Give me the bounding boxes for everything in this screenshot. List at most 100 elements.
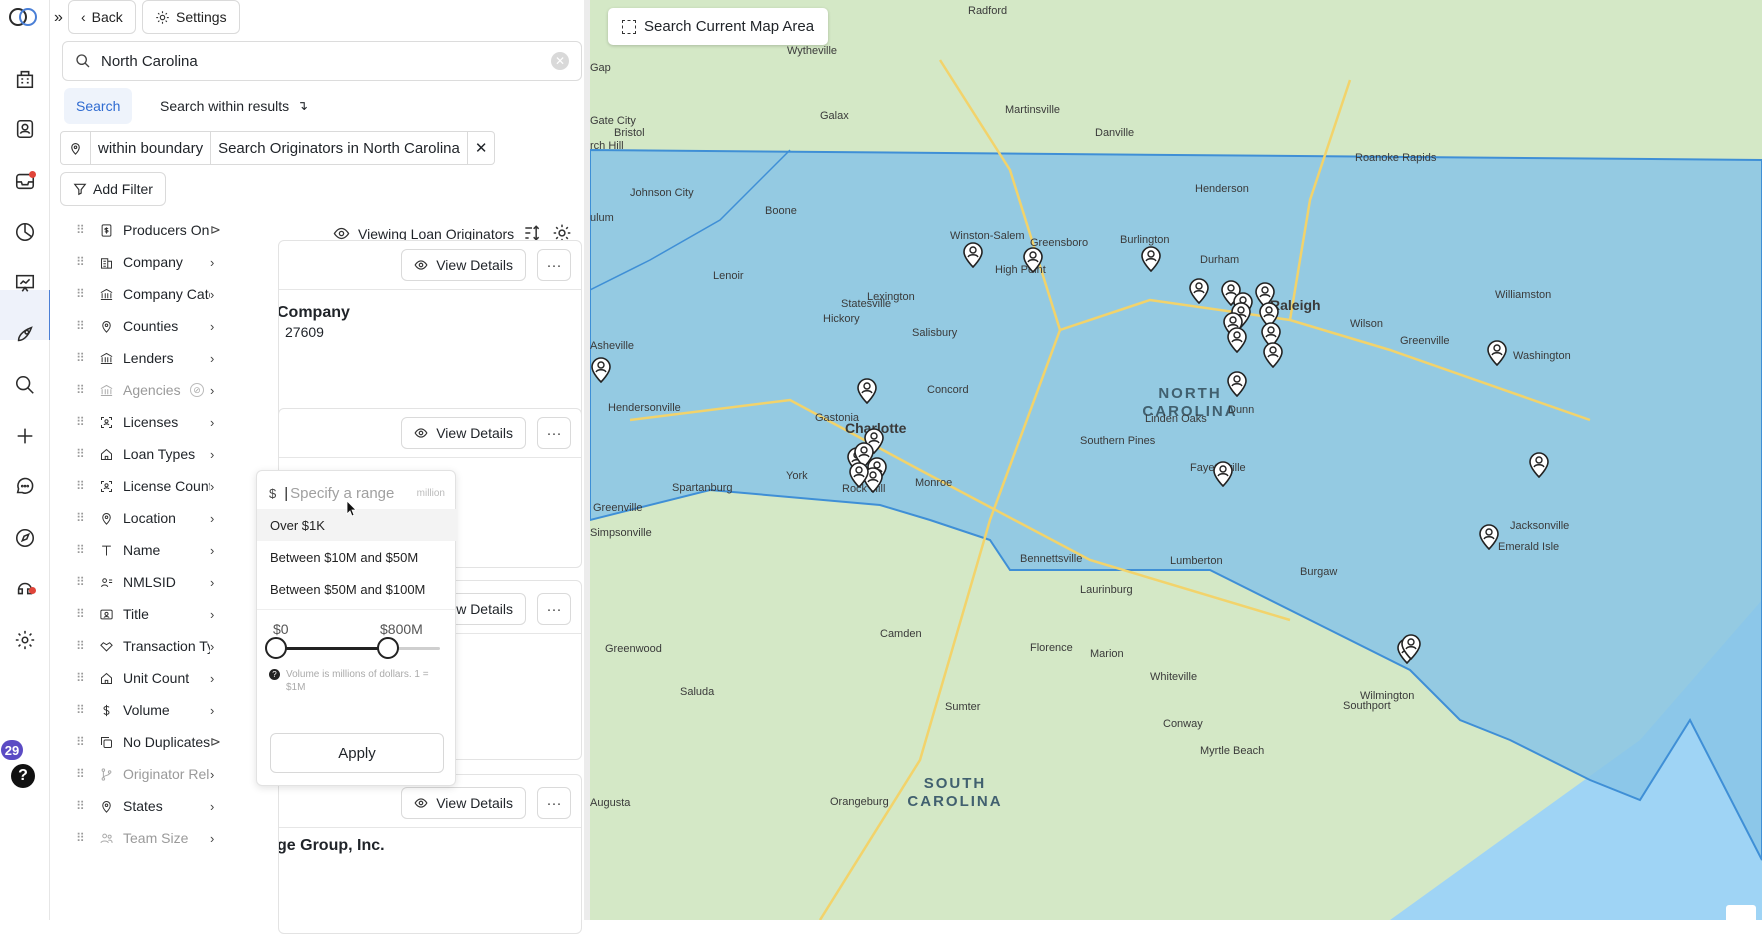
settings-gear-icon[interactable] — [12, 627, 38, 653]
chat-icon[interactable] — [12, 474, 38, 500]
map-canvas[interactable] — [590, 0, 1762, 920]
filter-item[interactable]: ⠿ Location › — [60, 502, 232, 534]
originator-map-pin-icon[interactable] — [1212, 459, 1234, 488]
drag-handle-icon[interactable]: ⠿ — [76, 351, 90, 365]
originator-map-pin-icon[interactable] — [1486, 338, 1508, 367]
originator-map-pin-icon[interactable] — [1188, 276, 1210, 305]
chevron-right-icon: › — [210, 510, 215, 526]
filter-item[interactable]: ⠿ Originator Rela...› — [60, 758, 232, 790]
view-details-button[interactable]: View Details — [401, 249, 526, 281]
originator-map-pin-icon[interactable] — [856, 376, 878, 405]
range-slider-max-handle[interactable] — [376, 637, 399, 659]
drag-handle-icon[interactable]: ⠿ — [76, 255, 90, 269]
result-card[interactable]: View Details ··· ge Group, Inc. — [278, 774, 582, 934]
boundary-label[interactable]: Search Originators in North Carolina — [211, 132, 468, 164]
filter-item[interactable]: ⠿ States › — [60, 790, 232, 822]
filter-item[interactable]: ⠿ Name › — [60, 534, 232, 566]
originator-map-pin-icon[interactable] — [1022, 245, 1044, 274]
search-icon[interactable] — [12, 372, 38, 398]
drag-handle-icon[interactable]: ⠿ — [76, 607, 90, 621]
settings-button[interactable]: Settings — [142, 0, 240, 34]
originator-map-pin-icon[interactable] — [1226, 369, 1248, 398]
clear-search-icon[interactable]: ✕ — [551, 52, 569, 70]
presentation-chart-icon[interactable] — [12, 270, 38, 296]
drag-handle-icon[interactable]: ⠿ — [76, 319, 90, 333]
filter-item[interactable]: ⠿ Company › — [60, 246, 232, 278]
range-slider-min-handle[interactable] — [265, 637, 287, 659]
remove-boundary-icon[interactable]: ✕ — [468, 132, 495, 164]
drag-handle-icon[interactable]: ⠿ — [76, 479, 90, 493]
result-card[interactable]: View Details ··· Company 27609 — [278, 240, 582, 436]
search-input[interactable]: North Carolina ✕ — [62, 41, 582, 81]
dashboard-icon[interactable] — [12, 66, 38, 92]
filter-item[interactable]: ⠿ License Count › — [60, 470, 232, 502]
drag-handle-icon[interactable]: ⠿ — [76, 511, 90, 525]
drag-handle-icon[interactable]: ⠿ — [76, 799, 90, 813]
view-details-button[interactable]: View Details — [401, 787, 526, 819]
filter-item[interactable]: ⠿ Loan Types › — [60, 438, 232, 470]
search-map-area-button[interactable]: Search Current Map Area — [608, 8, 829, 45]
help-button[interactable]: ? — [11, 764, 35, 788]
filter-item[interactable]: ⠿ Volume › — [60, 694, 232, 726]
tab-search[interactable]: Search — [64, 88, 133, 124]
notification-count-badge[interactable]: 29 — [1, 740, 23, 760]
originator-map-pin-icon[interactable] — [1262, 340, 1284, 369]
more-options-button[interactable]: ··· — [537, 593, 571, 625]
compass-icon[interactable] — [12, 525, 38, 551]
more-options-button[interactable]: ··· — [537, 417, 571, 449]
drag-handle-icon[interactable]: ⠿ — [76, 383, 90, 397]
filter-item[interactable]: ⠿ Company Cate...› — [60, 278, 232, 310]
originator-map-pin-icon[interactable] — [962, 240, 984, 269]
apply-button[interactable]: Apply — [270, 733, 444, 773]
add-icon[interactable] — [12, 423, 38, 449]
originator-map-pin-icon[interactable] — [1226, 325, 1248, 354]
zoom-control[interactable] — [1726, 905, 1756, 920]
filter-item[interactable]: ⠿ Title › — [60, 598, 232, 630]
analytics-icon[interactable] — [12, 219, 38, 245]
filter-item[interactable]: ⠿ Team Size › — [60, 822, 232, 854]
drag-handle-icon[interactable]: ⠿ — [76, 735, 90, 749]
app-logo-icon[interactable] — [7, 4, 39, 30]
filter-item[interactable]: ⠿ Licenses › — [60, 406, 232, 438]
drag-handle-icon[interactable]: ⠿ — [76, 671, 90, 685]
drag-handle-icon[interactable]: ⠿ — [76, 767, 90, 781]
map-view[interactable]: Search Current Map Area NORTH CAROLINA S… — [590, 0, 1762, 920]
tab-search-within-results[interactable]: Search within results ↴ — [148, 88, 320, 124]
filter-item[interactable]: ⠿ Counties › — [60, 310, 232, 342]
drag-handle-icon[interactable]: ⠿ — [76, 575, 90, 589]
filter-item[interactable]: ⠿ Producers Only ⊳ — [60, 214, 232, 246]
more-options-button[interactable]: ··· — [537, 787, 571, 819]
range-slider-track[interactable] — [276, 647, 440, 650]
drag-handle-icon[interactable]: ⠿ — [76, 223, 90, 237]
drag-handle-icon[interactable]: ⠿ — [76, 639, 90, 653]
rocket-icon[interactable] — [12, 321, 38, 347]
originator-map-pin-icon[interactable] — [1478, 522, 1500, 551]
originator-map-pin-icon[interactable] — [848, 460, 870, 489]
drag-handle-icon[interactable]: ⠿ — [76, 703, 90, 717]
range-option[interactable]: Between $10M and $50M — [257, 541, 457, 573]
originator-map-pin-icon[interactable] — [1140, 244, 1162, 273]
originator-map-pin-icon[interactable] — [1528, 450, 1550, 479]
filter-item[interactable]: ⠿ No Duplicates ⊳ — [60, 726, 232, 758]
drag-handle-icon[interactable]: ⠿ — [76, 447, 90, 461]
expand-sidebar-button[interactable]: » — [50, 1, 67, 35]
drag-handle-icon[interactable]: ⠿ — [76, 543, 90, 557]
filter-item[interactable]: ⠿ Agencies ⊘ › — [60, 374, 232, 406]
originator-map-pin-icon[interactable] — [1400, 632, 1422, 661]
range-min-label: $0 — [273, 621, 289, 637]
add-filter-button[interactable]: Add Filter — [60, 172, 166, 206]
originator-map-pin-icon[interactable] — [590, 355, 612, 384]
back-button[interactable]: ‹ Back — [68, 0, 136, 34]
drag-handle-icon[interactable]: ⠿ — [76, 287, 90, 301]
drag-handle-icon[interactable]: ⠿ — [76, 831, 90, 845]
drag-handle-icon[interactable]: ⠿ — [76, 415, 90, 429]
more-options-button[interactable]: ··· — [537, 249, 571, 281]
boundary-mode[interactable]: within boundary — [91, 132, 212, 164]
contacts-icon[interactable] — [12, 116, 38, 142]
filter-item[interactable]: ⠿ Unit Count › — [60, 662, 232, 694]
view-details-button[interactable]: View Details — [401, 417, 526, 449]
filter-item[interactable]: ⠿ NMLSID › — [60, 566, 232, 598]
filter-item[interactable]: ⠿ Transaction Ty...› — [60, 630, 232, 662]
range-option[interactable]: Between $50M and $100M — [257, 573, 457, 605]
filter-item[interactable]: ⠿ Lenders › — [60, 342, 232, 374]
